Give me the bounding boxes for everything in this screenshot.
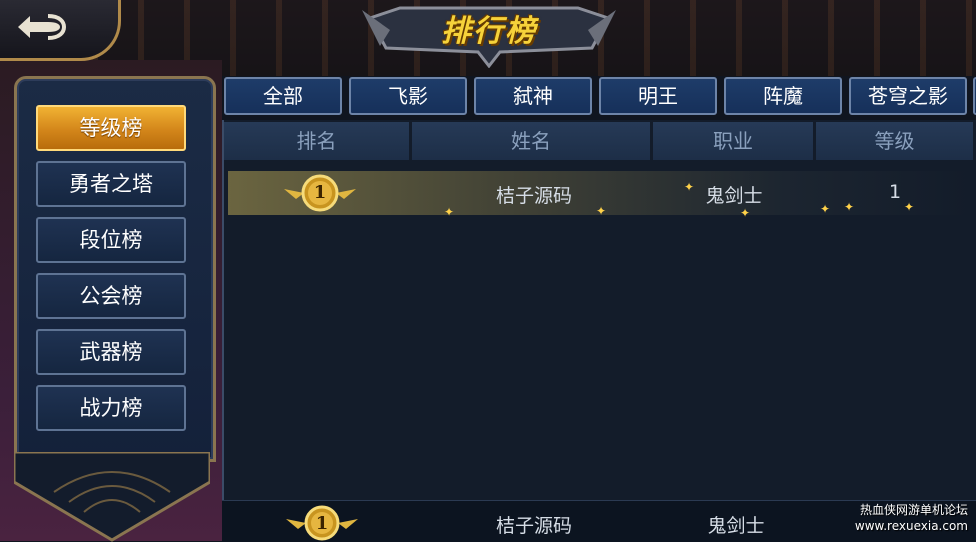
- rank-number: 1: [313, 182, 327, 203]
- category-tower[interactable]: 勇者之塔: [36, 161, 186, 207]
- back-arrow-icon: [18, 14, 66, 40]
- sparkle-icon: ✦: [844, 200, 855, 214]
- row-class: 鬼剑士: [705, 185, 763, 207]
- tab-mingwang[interactable]: 明王: [599, 77, 717, 115]
- sparkle-icon: ✦: [444, 205, 455, 219]
- category-power[interactable]: 战力榜: [36, 385, 186, 431]
- title-banner: 排行榜: [360, 0, 618, 68]
- tab-cangqiong[interactable]: 苍穹之影: [849, 77, 967, 115]
- sparkle-icon: ✦: [904, 200, 915, 214]
- column-header-name: 姓名: [412, 122, 650, 160]
- sparkle-icon: ✦: [820, 202, 831, 216]
- tab-shishen[interactable]: 弑神: [474, 77, 592, 115]
- sparkle-icon: ✦: [684, 180, 695, 194]
- tab-zhenmo[interactable]: 阵魔: [724, 77, 842, 115]
- category-panel: 等级榜 勇者之塔 段位榜 公会榜 武器榜 战力榜: [14, 76, 216, 542]
- tab-feiying[interactable]: 飞影: [349, 77, 467, 115]
- category-rank-tier[interactable]: 段位榜: [36, 217, 186, 263]
- panel-ornament: [14, 452, 210, 542]
- watermark: 热血侠网游单机论坛 www.rexuexia.com: [855, 502, 968, 534]
- page-title: 排行榜: [441, 14, 537, 49]
- column-header-level: 等级: [816, 122, 973, 160]
- column-header-rank: 排名: [224, 122, 409, 160]
- sparkle-icon: ✦: [596, 204, 607, 218]
- row-name: 桔子源码: [495, 185, 572, 207]
- sparkle-icon: ✦: [740, 206, 751, 220]
- self-class: 鬼剑士: [707, 515, 765, 537]
- category-guild[interactable]: 公会榜: [36, 273, 186, 319]
- watermark-line2: www.rexuexia.com: [854, 519, 968, 533]
- category-weapon[interactable]: 武器榜: [36, 329, 186, 375]
- rank-medal-icon: 1: [284, 503, 360, 541]
- back-button[interactable]: [0, 0, 121, 61]
- self-rank-number: 1: [315, 513, 329, 534]
- watermark-line1: 热血侠网游单机论坛: [859, 503, 968, 517]
- rank-medal-icon: 1: [282, 173, 358, 213]
- row-level: 1: [888, 181, 902, 203]
- self-name: 桔子源码: [495, 515, 572, 537]
- tab-all[interactable]: 全部: [224, 77, 342, 115]
- column-header-class: 职业: [653, 122, 813, 160]
- category-level[interactable]: 等级榜: [36, 105, 186, 151]
